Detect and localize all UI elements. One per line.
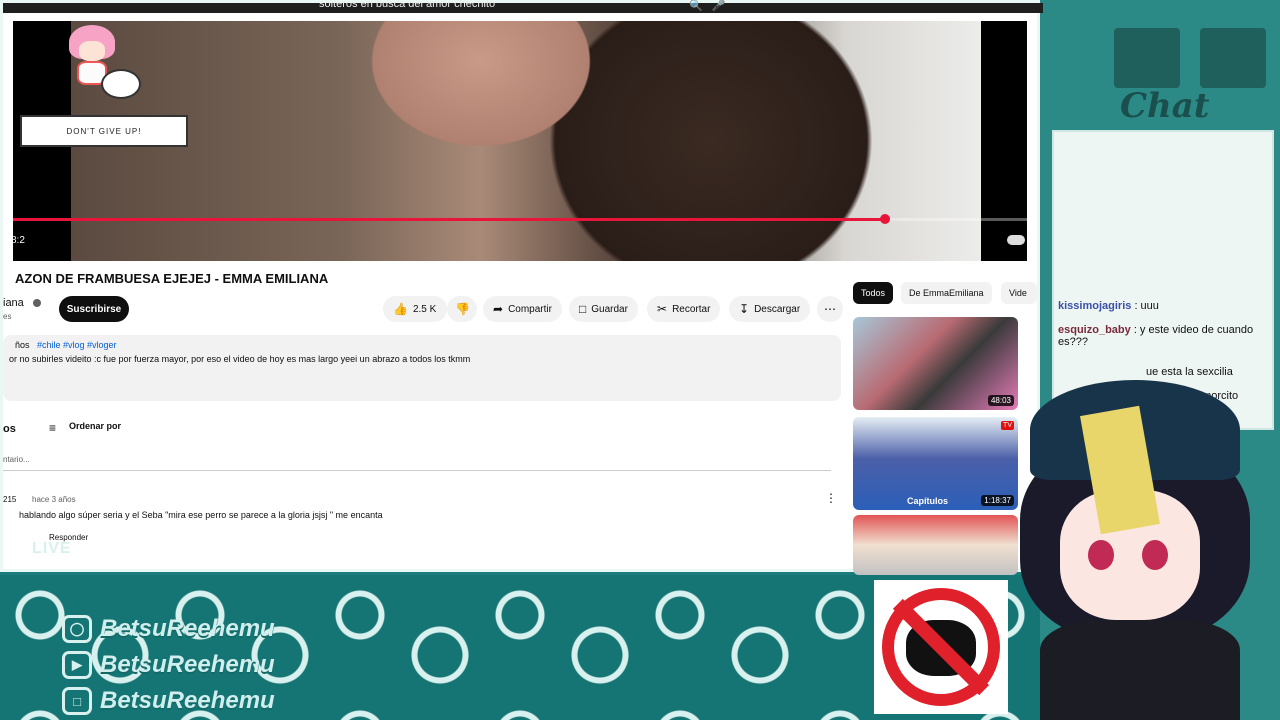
like-count: 2.5 K <box>412 303 437 315</box>
clip-label: Recortar <box>672 303 711 315</box>
search-query[interactable]: solteros en busca del amor chechito <box>319 0 495 10</box>
more-options-icon[interactable]: ⋯ <box>817 296 843 322</box>
chip-all[interactable]: Todos <box>853 282 894 304</box>
comment-input-underline <box>3 470 831 471</box>
lantern-icon <box>1114 28 1180 88</box>
channel-name[interactable]: iana <box>3 297 24 309</box>
bookmark-icon: □ <box>579 302 587 316</box>
dislike-button[interactable]: 👎 <box>447 296 477 322</box>
current-time: 8:2 <box>13 235 25 246</box>
autoplay-toggle-icon[interactable] <box>1007 235 1025 245</box>
sort-icon[interactable]: ≡ <box>49 421 56 435</box>
live-label: LIVE <box>32 540 72 557</box>
description-box[interactable] <box>3 335 841 401</box>
cat-sprite-icon <box>101 69 141 99</box>
twitch-icon: □ <box>62 687 92 715</box>
description-text: or no subirles videito :c fue por fuerza… <box>9 354 471 364</box>
subscriber-count: es <box>3 312 12 321</box>
download-icon: ↧ <box>739 302 750 316</box>
comments-header: os <box>3 423 16 435</box>
search-icon[interactable]: 🔍 🎤 <box>689 0 726 12</box>
social-handle: BetsuReehemu <box>100 651 275 678</box>
progress-fill <box>13 218 886 221</box>
verified-check-icon <box>33 299 41 307</box>
sprite-speech-bubble: DON'T GIVE UP! <box>20 115 188 147</box>
lantern-icon <box>1200 28 1266 88</box>
chip-channel[interactable]: De EmmaEmiliana <box>901 282 992 304</box>
download-button[interactable]: ↧ Descargar <box>729 296 811 322</box>
related-video-thumb[interactable]: 48:03 <box>853 317 1018 410</box>
social-youtube: ▶ BetsuReehemu <box>62 651 275 679</box>
social-instagram: ◯ BetsuReehemu <box>62 615 275 643</box>
video-title: AZON DE FRAMBUESA EJEJEJ - EMMA EMILIANA <box>15 271 329 286</box>
scrubber-handle[interactable] <box>880 214 891 224</box>
share-label: Compartir <box>508 303 552 315</box>
save-label: Guardar <box>591 303 628 315</box>
no-dog-sign-icon <box>874 580 1008 714</box>
stream-overlay: { "browser": { "search_query": "solteros… <box>0 0 1280 720</box>
clip-button[interactable]: ✂ Recortar <box>647 296 721 322</box>
youtube-icon: ▶ <box>62 651 92 679</box>
chat-title: Chat <box>1120 86 1210 126</box>
comment-input[interactable]: ntario... <box>3 455 30 464</box>
related-video-thumb[interactable] <box>853 515 1018 575</box>
chapters-label: Capítulos <box>907 496 949 506</box>
vtuber-avatar <box>1010 340 1260 720</box>
progress-bar[interactable] <box>13 214 1027 224</box>
browser-window: solteros en busca del amor chechito 🔍 🎤 … <box>0 0 1043 575</box>
social-twitch: □ BetsuReehemu <box>62 687 275 715</box>
comment-author[interactable]: 215 <box>3 495 16 504</box>
social-handle: BetsuReehemu <box>100 615 275 642</box>
related-video-thumb[interactable]: TV Capítulos 1:18:37 <box>853 417 1018 510</box>
share-icon: ➦ <box>493 302 504 316</box>
comment-text: hablando algo súper seria y el Seba "mir… <box>19 510 383 520</box>
thumbs-up-icon: 👍 <box>393 302 408 316</box>
browser-topbar: solteros en busca del amor chechito 🔍 🎤 <box>3 0 1043 13</box>
sort-button[interactable]: Ordenar por <box>69 421 121 431</box>
description-tags[interactable]: #chile #vlog #vloger <box>37 340 117 350</box>
chip-videos[interactable]: Vide <box>1001 282 1037 304</box>
thumbs-down-icon: 👎 <box>455 302 470 316</box>
like-button[interactable]: 👍 2.5 K <box>383 296 447 322</box>
social-handle: BetsuReehemu <box>100 687 275 714</box>
subscribe-button[interactable]: Suscribirse <box>59 296 129 322</box>
chat-message: kissimojagiris : uuu <box>1058 300 1159 312</box>
comment-time: hace 3 años <box>32 495 76 504</box>
comment-menu-icon[interactable]: ⋮ <box>825 491 837 505</box>
video-frame <box>71 21 981 261</box>
save-button[interactable]: □ Guardar <box>569 296 638 322</box>
scissors-icon: ✂ <box>657 302 668 316</box>
instagram-icon: ◯ <box>62 615 92 643</box>
share-button[interactable]: ➦ Compartir <box>483 296 562 322</box>
description-meta: ños <box>15 340 30 350</box>
download-label: Descargar <box>754 303 801 315</box>
